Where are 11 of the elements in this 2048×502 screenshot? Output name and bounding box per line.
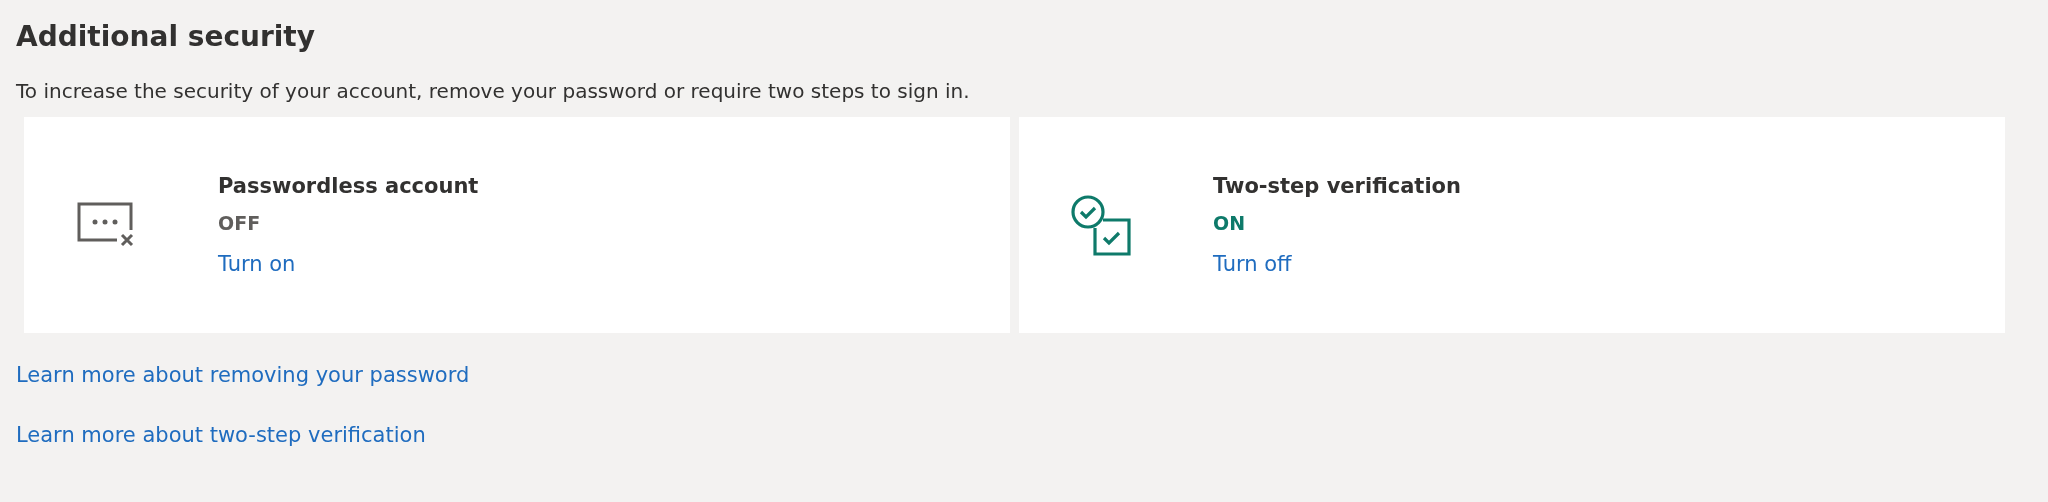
- card-title: Two-step verification: [1213, 174, 1461, 198]
- toggle-link[interactable]: Turn on: [218, 252, 296, 276]
- description-text: To increase the security of your account, remove your password or require two steps to sign in.: [16, 79, 971, 103]
- double-check-icon: [1069, 193, 1133, 257]
- status-label: OFF: [218, 212, 261, 234]
- status-label: ON: [1213, 212, 1246, 234]
- learn-more-link[interactable]: Learn more about removing your password: [16, 363, 470, 387]
- learn-more-link[interactable]: Learn more about two-step verification: [16, 423, 426, 447]
- toggle-link[interactable]: Turn off: [1213, 252, 1292, 276]
- section-heading: Additional security: [16, 20, 316, 53]
- card-title: Passwordless account: [218, 174, 479, 198]
